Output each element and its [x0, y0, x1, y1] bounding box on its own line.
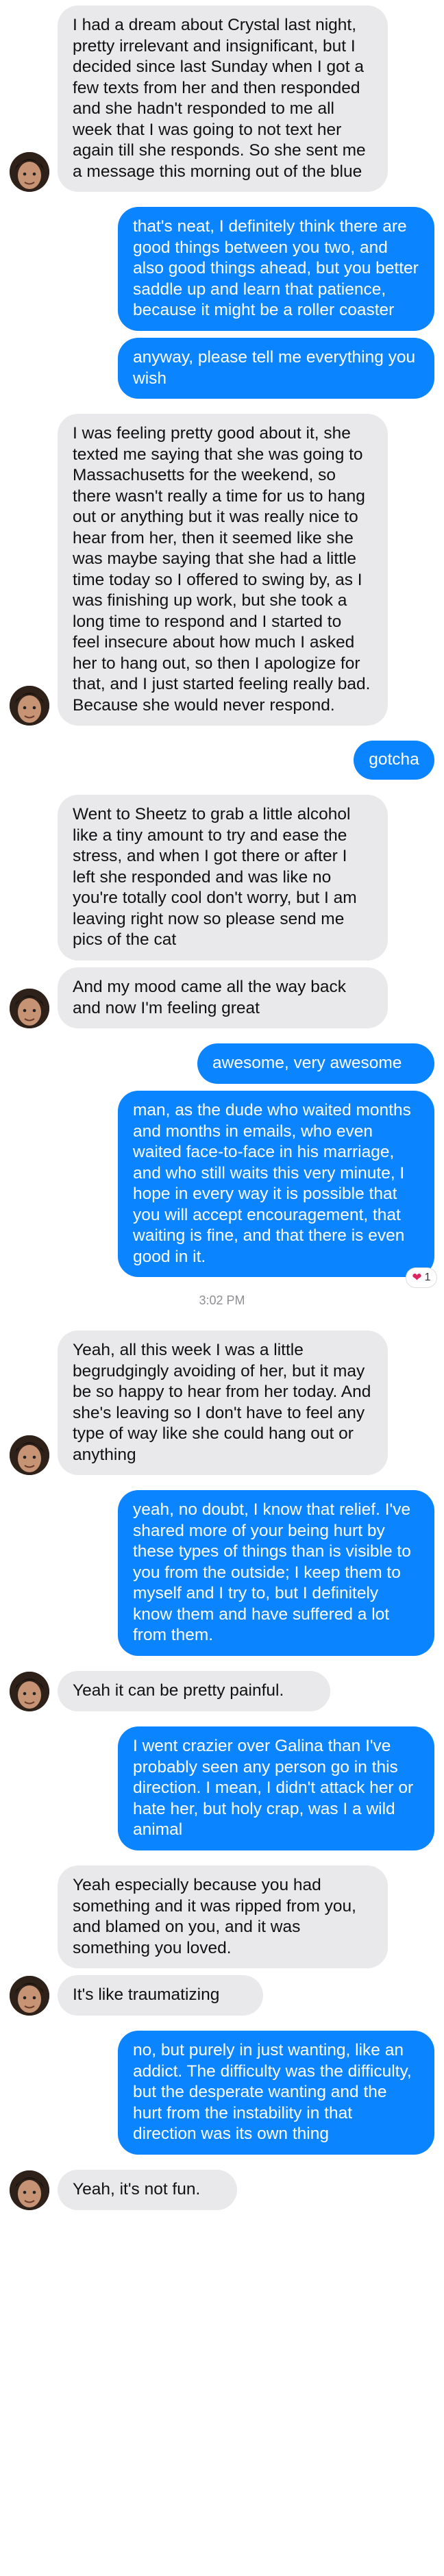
incoming-message[interactable]: Went to Sheetz to grab a little alcohol … [58, 795, 388, 961]
incoming-message[interactable]: Yeah it can be pretty painful. [58, 1671, 330, 1711]
avatar[interactable] [10, 1672, 49, 1711]
avatar-photo [10, 989, 49, 1028]
avatar-photo [10, 2170, 49, 2210]
heart-icon: ❤ [412, 1271, 422, 1284]
outgoing-message[interactable]: I went crazier over Galina than I've pro… [118, 1726, 434, 1850]
outgoing-message[interactable]: no, but purely in just wanting, like an … [118, 2031, 434, 2155]
incoming-message[interactable]: Yeah, all this week I was a little begru… [58, 1330, 388, 1475]
outgoing-message[interactable]: anyway, please tell me everything you wi… [118, 338, 434, 399]
outgoing-message[interactable]: that's neat, I definitely think there ar… [118, 207, 434, 331]
avatar-photo [10, 1976, 49, 2016]
incoming-message[interactable]: Yeah especially because you had somethin… [58, 1866, 388, 1968]
reaction-count: 1 [424, 1272, 431, 1283]
avatar[interactable] [10, 2170, 49, 2210]
avatar[interactable] [10, 1435, 49, 1475]
avatar-photo [10, 1672, 49, 1711]
outgoing-message[interactable]: awesome, very awesome [197, 1043, 434, 1084]
avatar-photo [10, 1435, 49, 1475]
avatar-photo [10, 152, 49, 192]
incoming-message[interactable]: I had a dream about Crystal last night, … [58, 5, 388, 192]
timestamp: 3:02 PM [199, 1293, 245, 1307]
conversation[interactable]: I had a dream about Crystal last night, … [0, 0, 444, 2576]
message-reaction[interactable]: ❤ 1 [406, 1267, 437, 1288]
incoming-message[interactable]: And my mood came all the way back and no… [58, 967, 388, 1028]
avatar-photo [10, 686, 49, 726]
avatar[interactable] [10, 152, 49, 192]
incoming-message[interactable]: It's like traumatizing [58, 1975, 263, 2016]
avatar[interactable] [10, 1976, 49, 2016]
outgoing-message[interactable]: man, as the dude who waited months and m… [118, 1091, 434, 1277]
avatar[interactable] [10, 686, 49, 726]
incoming-message[interactable]: Yeah, it's not fun. [58, 2170, 237, 2210]
outgoing-message[interactable]: gotcha [354, 741, 434, 780]
avatar[interactable] [10, 989, 49, 1028]
outgoing-message[interactable]: yeah, no doubt, I know that relief. I've… [118, 1490, 434, 1656]
incoming-message[interactable]: I was feeling pretty good about it, she … [58, 414, 388, 726]
